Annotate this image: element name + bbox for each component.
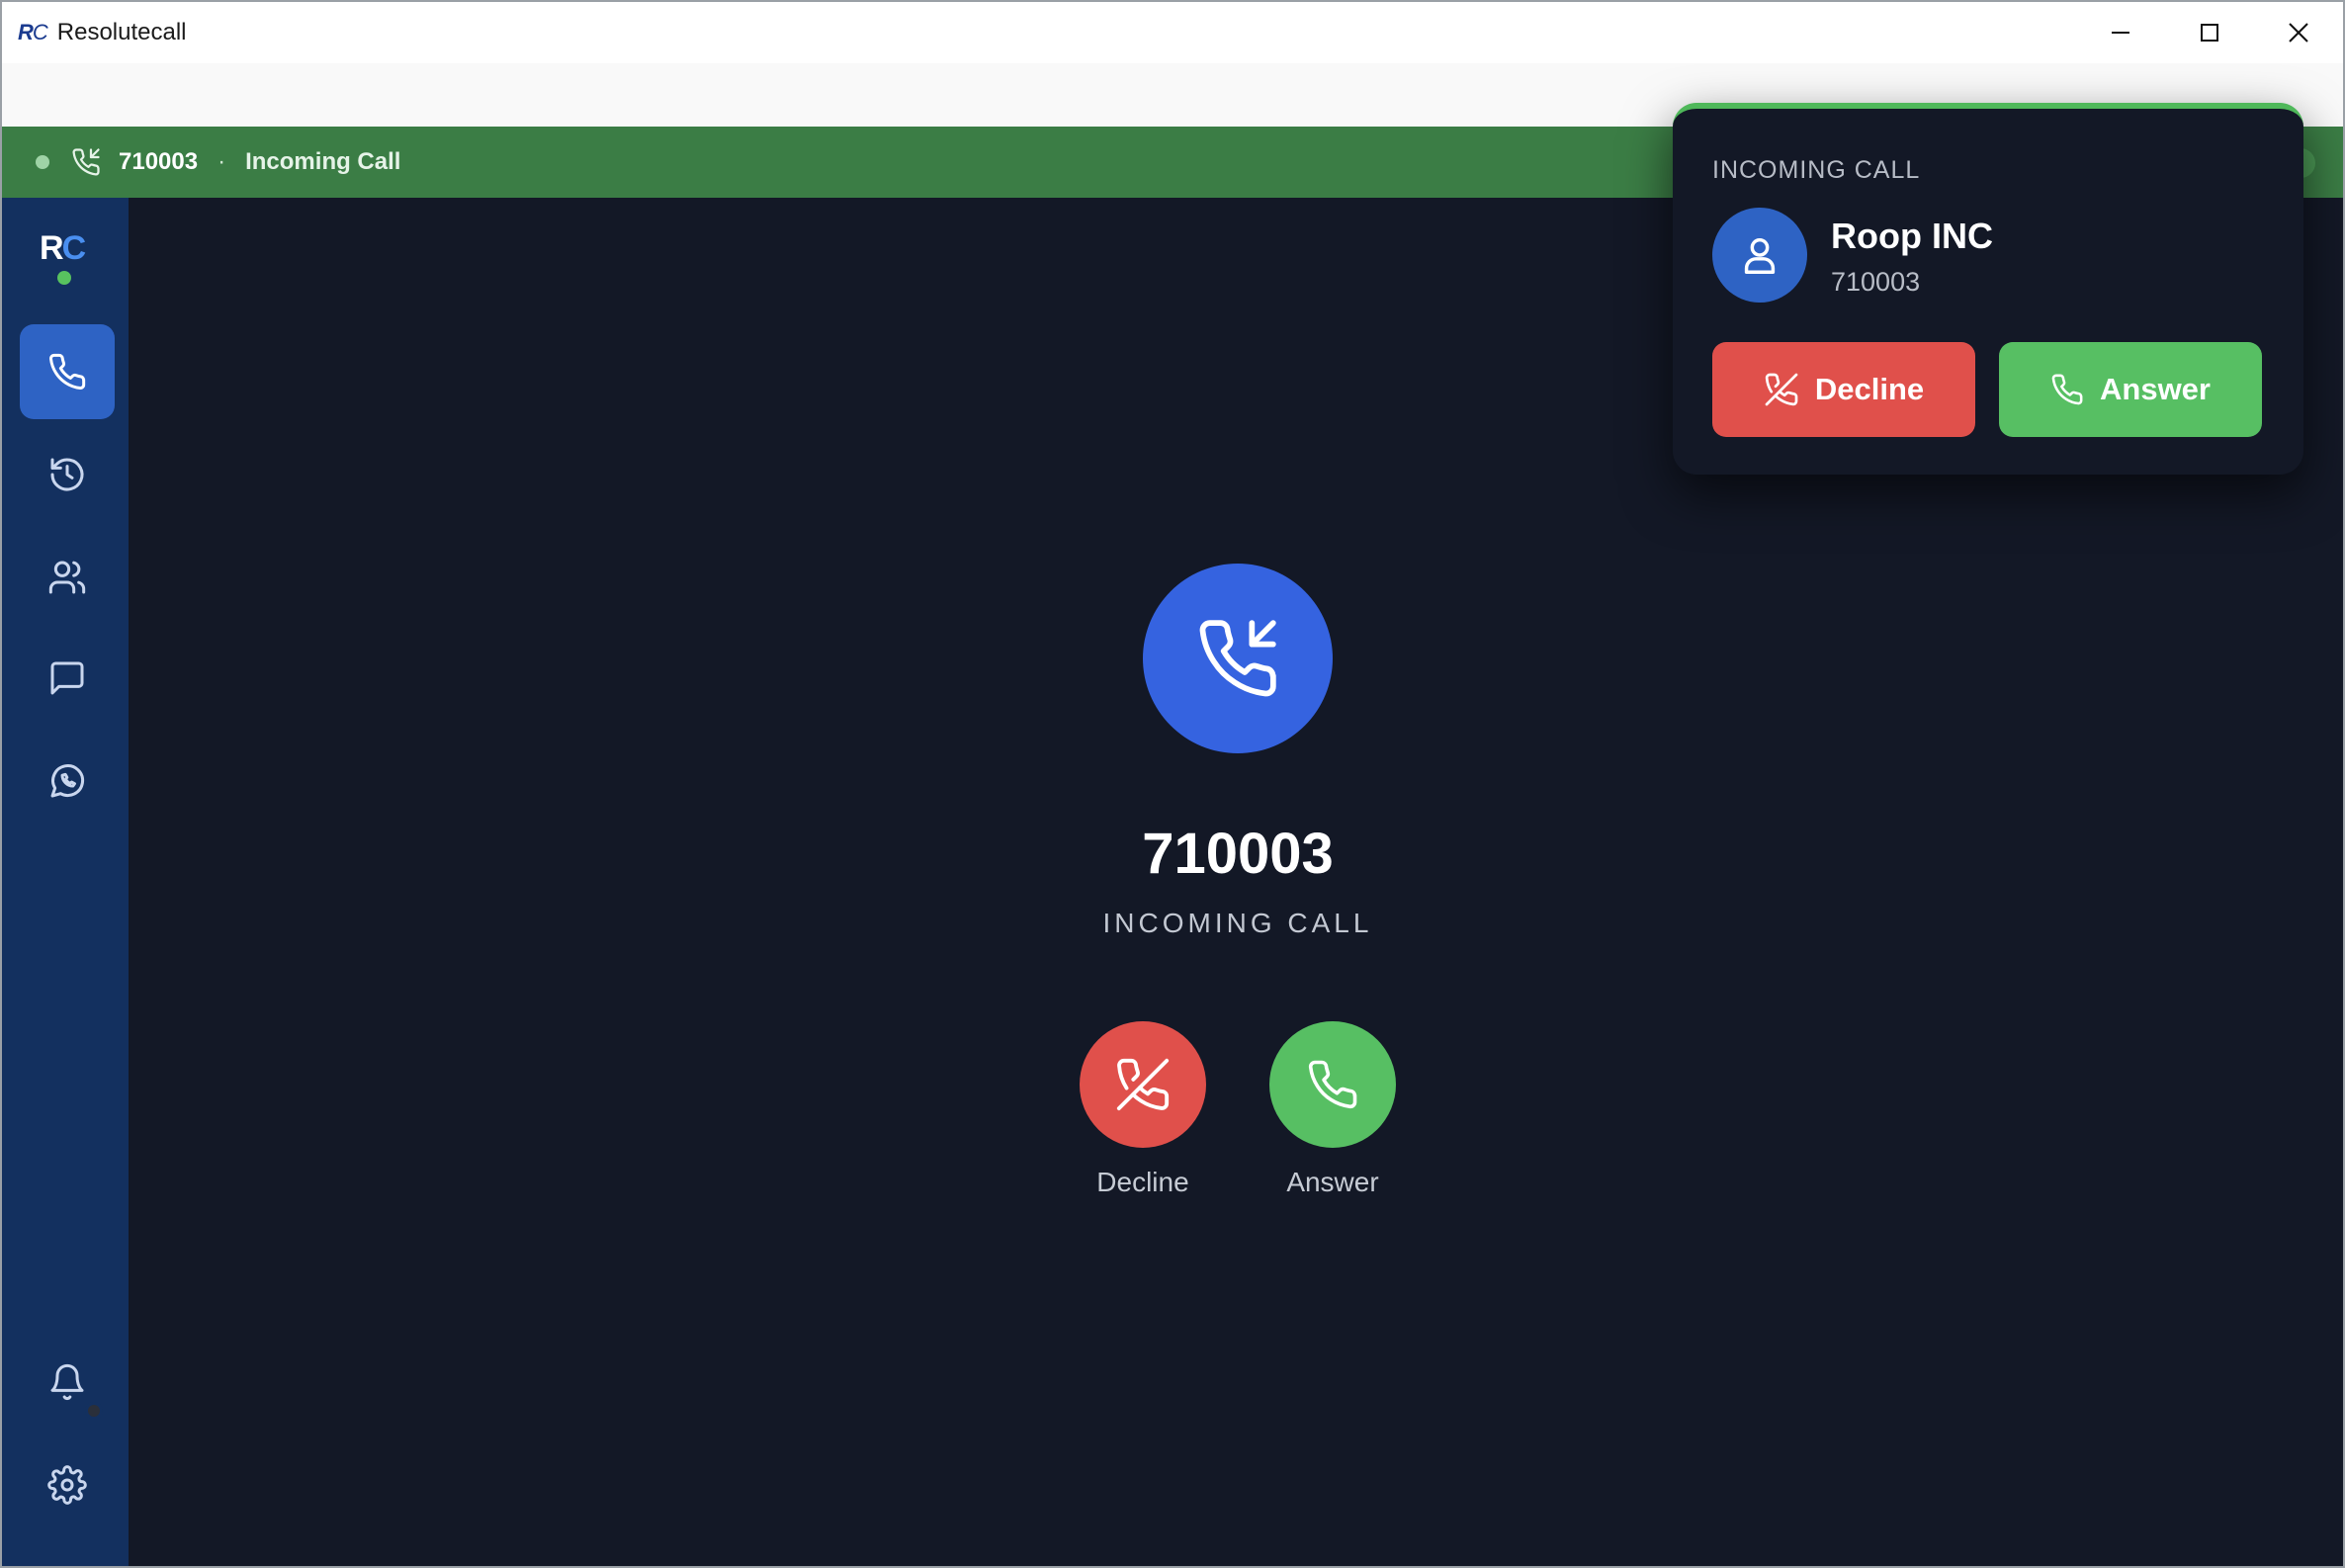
phone-icon — [49, 353, 86, 390]
sidebar-item-settings[interactable] — [20, 1437, 115, 1532]
contacts-icon — [48, 561, 86, 594]
window-controls — [2076, 2, 2343, 63]
popup-answer-button[interactable]: Answer — [1999, 342, 2262, 437]
status-dot — [36, 155, 49, 169]
minimize-icon — [2112, 32, 2129, 34]
gear-icon — [47, 1465, 87, 1505]
close-icon — [2289, 23, 2308, 43]
sidebar-item-phone[interactable] — [20, 324, 115, 419]
sidebar-item-history[interactable] — [20, 427, 115, 522]
maximize-button[interactable] — [2165, 2, 2254, 63]
popup-caller-number: 710003 — [1831, 267, 1921, 297]
decline-button[interactable] — [1080, 1021, 1206, 1148]
incoming-call-avatar — [1143, 564, 1333, 753]
popup-heading: INCOMING CALL — [1712, 156, 1921, 184]
app-logo: RC — [18, 20, 48, 44]
history-icon — [50, 458, 84, 491]
notification-dot — [85, 1402, 103, 1420]
window-title: Resolutecall — [56, 19, 187, 45]
caller-number: 710003 — [1142, 822, 1334, 886]
phone-icon — [1308, 1060, 1357, 1109]
chat-icon — [50, 661, 84, 695]
popup-caller-name: Roop INC — [1831, 216, 1993, 256]
phone-icon — [2051, 374, 2083, 405]
user-icon — [1744, 237, 1776, 274]
title-bar: RC Resolutecall — [2, 2, 2343, 63]
app-window: RC Resolutecall 710003 · Incoming Call R… — [0, 0, 2345, 1568]
incoming-phone-icon — [71, 146, 103, 178]
bell-icon — [50, 1363, 84, 1401]
incoming-call-popup: INCOMING CALL Roop INC 710003 Decline An… — [1673, 103, 2303, 475]
popup-decline-button[interactable]: Decline — [1712, 342, 1975, 437]
phone-off-icon — [1116, 1058, 1170, 1111]
status-label: Incoming Call — [245, 148, 401, 175]
sidebar-item-chat[interactable] — [20, 631, 115, 726]
popup-avatar — [1712, 208, 1807, 303]
answer-button[interactable] — [1269, 1021, 1396, 1148]
maximize-icon — [2201, 24, 2218, 42]
call-status-label: INCOMING CALL — [1102, 908, 1373, 938]
popup-answer-label: Answer — [2100, 372, 2211, 406]
sidebar-item-contacts[interactable] — [20, 530, 115, 625]
whatsapp-icon — [50, 764, 85, 798]
sidebar-logo: RC — [40, 229, 86, 267]
sidebar: RC — [2, 198, 129, 1566]
popup-decline-label: Decline — [1814, 372, 1925, 406]
minimize-button[interactable] — [2076, 2, 2165, 63]
phone-off-icon — [1765, 373, 1798, 406]
sidebar-item-whatsapp[interactable] — [20, 734, 115, 828]
status-separator: · — [217, 148, 226, 175]
decline-label: Decline — [1096, 1167, 1189, 1197]
phone-incoming-icon — [1199, 620, 1276, 697]
online-dot — [57, 271, 71, 285]
close-button[interactable] — [2254, 2, 2343, 63]
status-caller-number: 710003 — [119, 148, 199, 175]
answer-label: Answer — [1286, 1167, 1379, 1197]
